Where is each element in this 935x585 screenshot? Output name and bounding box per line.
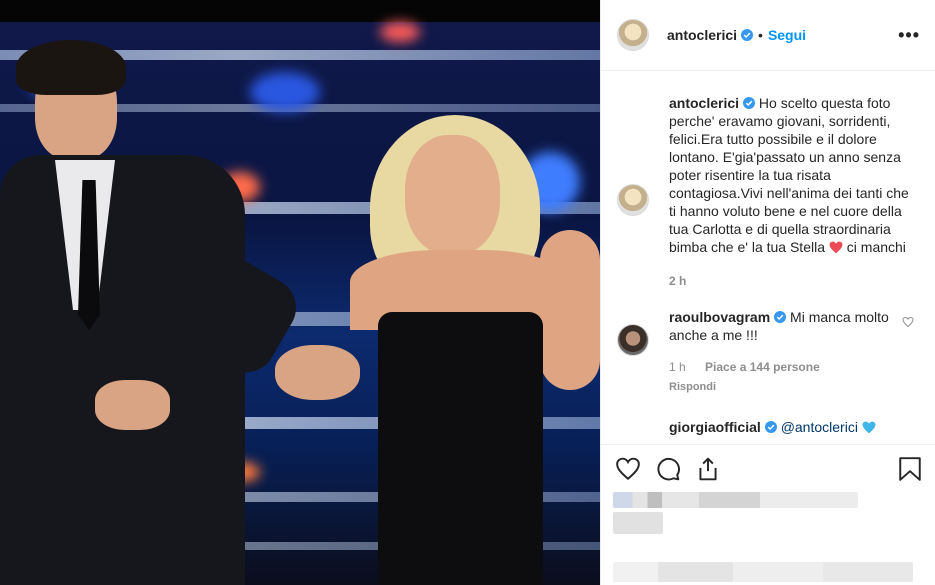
heart-outline-icon[interactable] — [615, 456, 641, 482]
comment-mention-link[interactable]: @antoclerici — [781, 419, 858, 435]
woman-black-dress — [378, 312, 543, 585]
author-avatar[interactable] — [617, 19, 649, 51]
comment-body: raoulbovagram Mi manca molto anche a me … — [669, 308, 889, 344]
verified-badge-icon — [743, 97, 756, 109]
caption-meta: 2 h — [669, 272, 916, 290]
woman-raised-arm — [540, 230, 600, 390]
comments-list[interactable]: antoclerici Ho scelto questa foto perche… — [601, 72, 935, 444]
comment-time[interactable]: 1 h — [669, 360, 686, 374]
verified-badge-icon — [774, 311, 787, 323]
bookmark-icon[interactable] — [898, 456, 922, 482]
share-icon[interactable] — [695, 456, 721, 482]
comment-item: giorgiaofficial @antoclerici — [601, 418, 935, 436]
woman-face — [405, 135, 500, 255]
blue-heart-emoji-icon — [862, 421, 876, 434]
held-hands — [275, 345, 360, 400]
caption-author-username[interactable]: antoclerici — [669, 95, 739, 111]
caption-time[interactable]: 2 h — [669, 274, 686, 288]
commenter-avatar[interactable] — [617, 324, 649, 356]
man-hair — [16, 40, 126, 95]
post-photo[interactable] — [0, 0, 600, 585]
man-suit — [0, 155, 245, 585]
caption-comment: antoclerici Ho scelto questa foto perche… — [601, 94, 935, 290]
comment-item: raoulbovagram Mi manca molto anche a me … — [601, 308, 935, 396]
man-left-hand — [95, 380, 170, 430]
photo-top-strip — [0, 0, 600, 22]
post-actions-bar — [601, 444, 935, 492]
more-options-icon[interactable]: ••• — [898, 25, 920, 46]
comment-icon[interactable] — [655, 456, 681, 482]
comment-likes[interactable]: Piace a 144 persone — [705, 360, 820, 374]
comment-meta: 1 h Piace a 144 persone — [669, 358, 916, 376]
author-username[interactable]: antoclerici — [667, 27, 737, 43]
follow-button[interactable]: Segui — [768, 27, 806, 43]
commenter-username[interactable]: giorgiaofficial — [669, 419, 761, 435]
like-comment-heart-icon[interactable] — [902, 316, 914, 328]
header-separator-dot: • — [758, 27, 763, 43]
pixelated-likes-area — [613, 492, 858, 508]
caption-text: Ho scelto questa foto perche' eravamo gi… — [669, 95, 909, 255]
caption-body: antoclerici Ho scelto questa foto perche… — [669, 94, 913, 256]
verified-badge-icon — [741, 29, 754, 41]
reply-button[interactable]: Rispondi — [669, 378, 916, 396]
caption-author-avatar[interactable] — [617, 184, 649, 216]
pixelated-likes-area-2 — [613, 512, 663, 534]
post-side-panel: antoclerici • Segui ••• antoclerici Ho s… — [600, 0, 935, 585]
caption-tail: ci manchi — [846, 239, 906, 255]
post-header: antoclerici • Segui ••• — [601, 0, 935, 71]
commenter-username[interactable]: raoulbovagram — [669, 309, 770, 325]
pixelated-date-area — [613, 562, 913, 582]
red-heart-emoji-icon — [829, 241, 843, 254]
verified-badge-icon — [764, 421, 777, 433]
